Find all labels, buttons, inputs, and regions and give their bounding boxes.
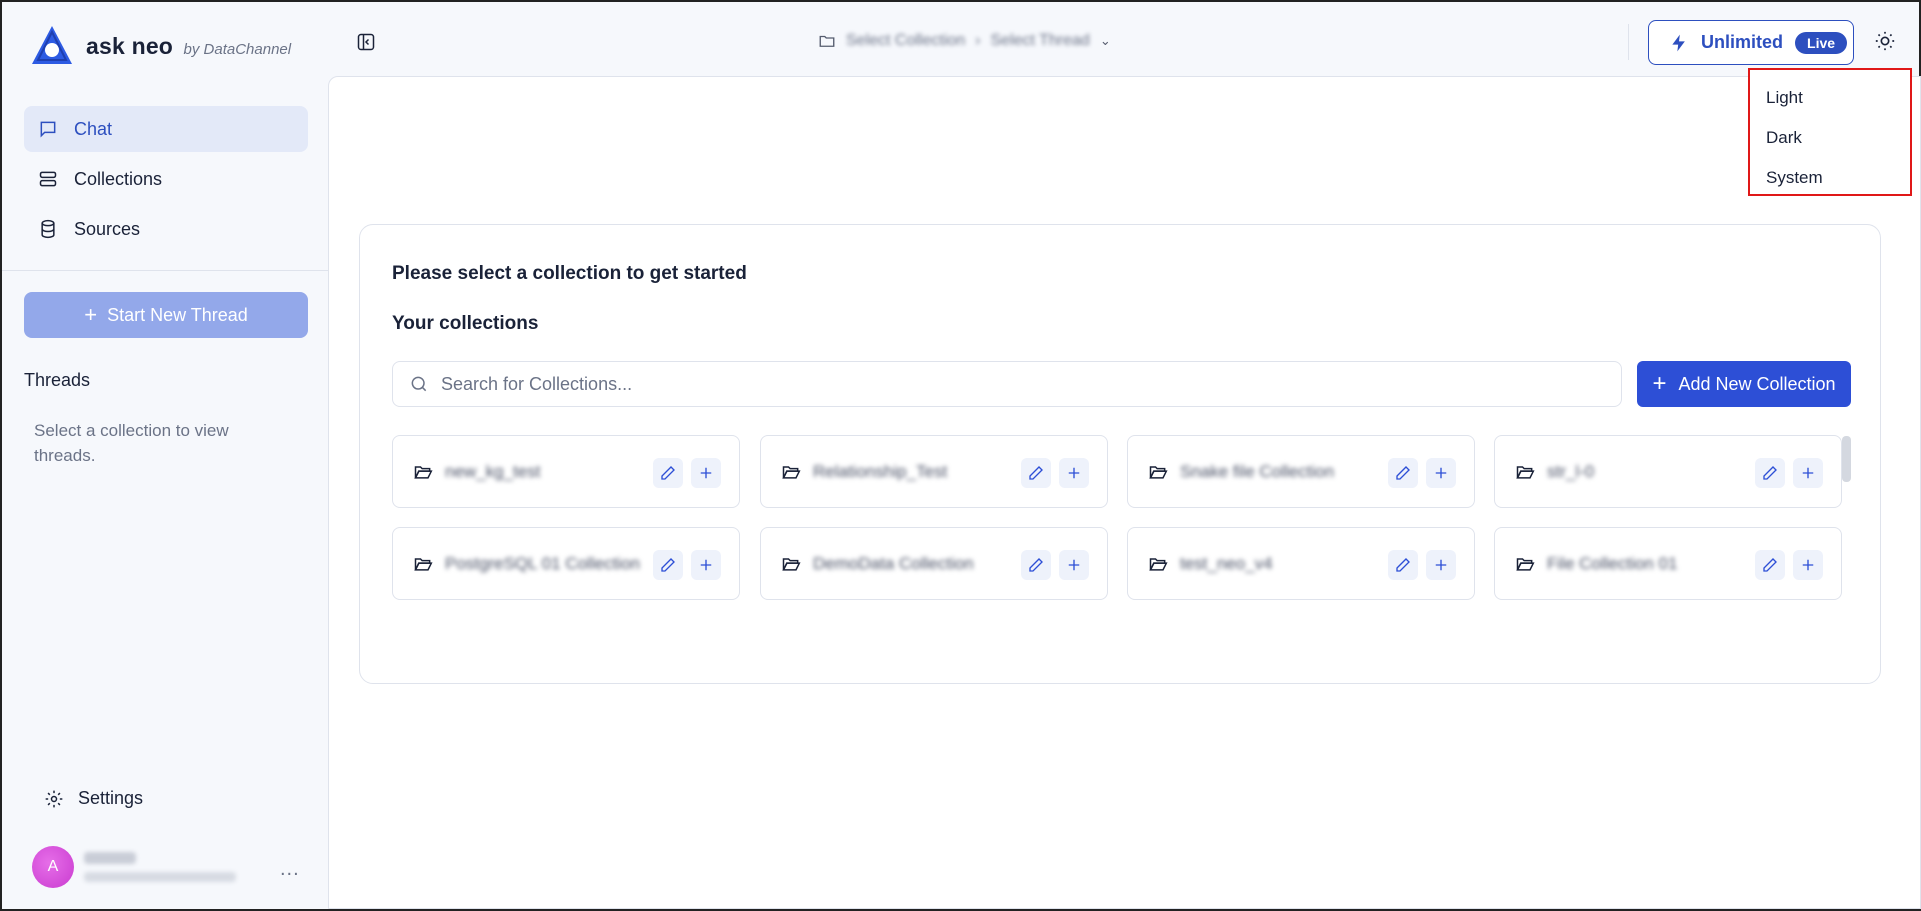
collection-name: test_neo_v4	[1180, 553, 1273, 573]
collection-name: PostgreSQL 01 Collection	[445, 553, 640, 573]
user-name-redacted	[84, 852, 136, 864]
more-options-button[interactable]: ...	[280, 858, 300, 881]
collection-card[interactable]: PostgreSQL 01 Collection	[392, 527, 740, 600]
live-badge: Live	[1795, 31, 1848, 54]
nav-item-collections[interactable]: Collections	[24, 156, 308, 202]
breadcrumb: Select Collection › Select Thread ⌄	[818, 32, 1111, 50]
breadcrumb-collection[interactable]: Select Collection	[846, 32, 965, 50]
collection-card[interactable]: test_neo_v4	[1127, 527, 1475, 600]
folder-open-icon	[414, 465, 433, 479]
folder-icon	[819, 35, 835, 47]
search-input[interactable]	[441, 373, 1591, 395]
logo[interactable]: ask neo by DataChannel	[28, 24, 291, 68]
add-new-collection-label: Add New Collection	[1678, 373, 1836, 394]
edit-icon[interactable]	[1388, 550, 1418, 580]
user-email-redacted	[84, 872, 236, 882]
nav-item-sources[interactable]: Sources	[24, 206, 308, 252]
sidebar-divider	[2, 270, 328, 271]
theme-option-dark[interactable]: Dark	[1766, 128, 1802, 148]
settings-link[interactable]: Settings	[44, 788, 143, 809]
folder-open-icon	[782, 557, 801, 571]
chevron-right-icon: ›	[975, 32, 981, 49]
folder-open-icon	[1516, 557, 1535, 571]
collections-card: Please select a collection to get starte…	[359, 224, 1881, 684]
edit-icon[interactable]	[1021, 550, 1051, 580]
lightning-icon	[1672, 34, 1685, 51]
plan-button[interactable]: Unlimited Live	[1648, 20, 1854, 65]
folder-open-icon	[1149, 557, 1168, 571]
theme-option-light[interactable]: Light	[1766, 88, 1803, 108]
add-thread-icon[interactable]	[1426, 550, 1456, 580]
add-thread-icon[interactable]	[1793, 550, 1823, 580]
main-nav: Chat Collections Sources	[24, 106, 308, 256]
avatar: A	[32, 846, 74, 888]
add-thread-icon[interactable]	[1793, 458, 1823, 488]
edit-icon[interactable]	[1021, 458, 1051, 488]
theme-dropdown: Light Dark System	[1748, 68, 1912, 196]
threads-heading: Threads	[24, 370, 91, 390]
search-icon	[411, 376, 427, 392]
folder-open-icon	[414, 557, 433, 571]
brand-name: ask neo	[86, 32, 174, 59]
collection-card[interactable]: DemoData Collection	[760, 527, 1108, 600]
threads-empty-message: Select a collection to view threads.	[34, 421, 229, 465]
collection-card[interactable]: Snake file Collection	[1127, 435, 1475, 508]
edit-icon[interactable]	[653, 458, 683, 488]
collection-name: new_kg_test	[445, 461, 541, 481]
nav-item-chat[interactable]: Chat	[24, 106, 308, 152]
folder-open-icon	[1516, 465, 1535, 479]
database-icon	[41, 219, 55, 239]
collection-name: Snake file Collection	[1180, 461, 1335, 481]
edit-icon[interactable]	[1388, 458, 1418, 488]
collection-name: Relationship_Test	[813, 461, 948, 481]
add-thread-icon[interactable]	[1059, 458, 1089, 488]
collection-card[interactable]: Relationship_Test	[760, 435, 1108, 508]
add-thread-icon[interactable]	[691, 458, 721, 488]
collection-card[interactable]: str_l-0	[1494, 435, 1842, 508]
add-new-collection-button[interactable]: + Add New Collection	[1637, 361, 1851, 407]
collections-icon	[39, 171, 57, 187]
sun-icon[interactable]	[1874, 30, 1896, 52]
settings-label: Settings	[78, 788, 144, 808]
folder-open-icon	[782, 465, 801, 479]
sidebar: ask neo by DataChannel Chat Collections …	[2, 2, 328, 909]
ask-neo-logo-icon	[32, 26, 72, 64]
theme-option-system[interactable]: System	[1766, 168, 1823, 188]
sidebar-toggle-icon[interactable]	[356, 32, 376, 52]
edit-icon[interactable]	[1755, 458, 1785, 488]
chat-icon	[40, 121, 56, 138]
nav-item-label: Chat	[74, 118, 113, 139]
collection-card[interactable]: new_kg_test	[392, 435, 740, 508]
add-thread-icon[interactable]	[1426, 458, 1456, 488]
gear-icon	[45, 790, 63, 807]
add-thread-icon[interactable]	[691, 550, 721, 580]
edit-icon[interactable]	[1755, 550, 1785, 580]
nav-item-label: Sources	[74, 218, 141, 239]
plus-icon: +	[1652, 370, 1667, 397]
page-title: Please select a collection to get starte…	[392, 263, 747, 284]
collection-name: File Collection 01	[1547, 553, 1678, 573]
add-thread-icon[interactable]	[1059, 550, 1089, 580]
start-new-thread-button[interactable]: + Start New Thread	[24, 292, 308, 338]
search-box[interactable]	[392, 361, 1622, 407]
collection-card[interactable]: File Collection 01	[1494, 527, 1842, 600]
plus-icon: +	[84, 302, 98, 327]
collection-name: DemoData Collection	[813, 553, 974, 573]
collections-scrollbar[interactable]	[1842, 436, 1851, 482]
brand-byline: by DataChannel	[183, 40, 292, 58]
folder-open-icon	[1149, 465, 1168, 479]
start-new-thread-label: Start New Thread	[107, 304, 248, 325]
edit-icon[interactable]	[653, 550, 683, 580]
user-profile[interactable]: A	[32, 846, 236, 888]
chevron-down-icon[interactable]: ⌄	[1100, 33, 1111, 49]
collection-name: str_l-0	[1547, 461, 1595, 481]
plan-label: Unlimited	[1701, 32, 1784, 52]
breadcrumb-thread[interactable]: Select Thread	[991, 32, 1090, 50]
topbar-divider	[1628, 24, 1629, 60]
nav-item-label: Collections	[74, 168, 163, 189]
collections-heading: Your collections	[392, 313, 539, 334]
